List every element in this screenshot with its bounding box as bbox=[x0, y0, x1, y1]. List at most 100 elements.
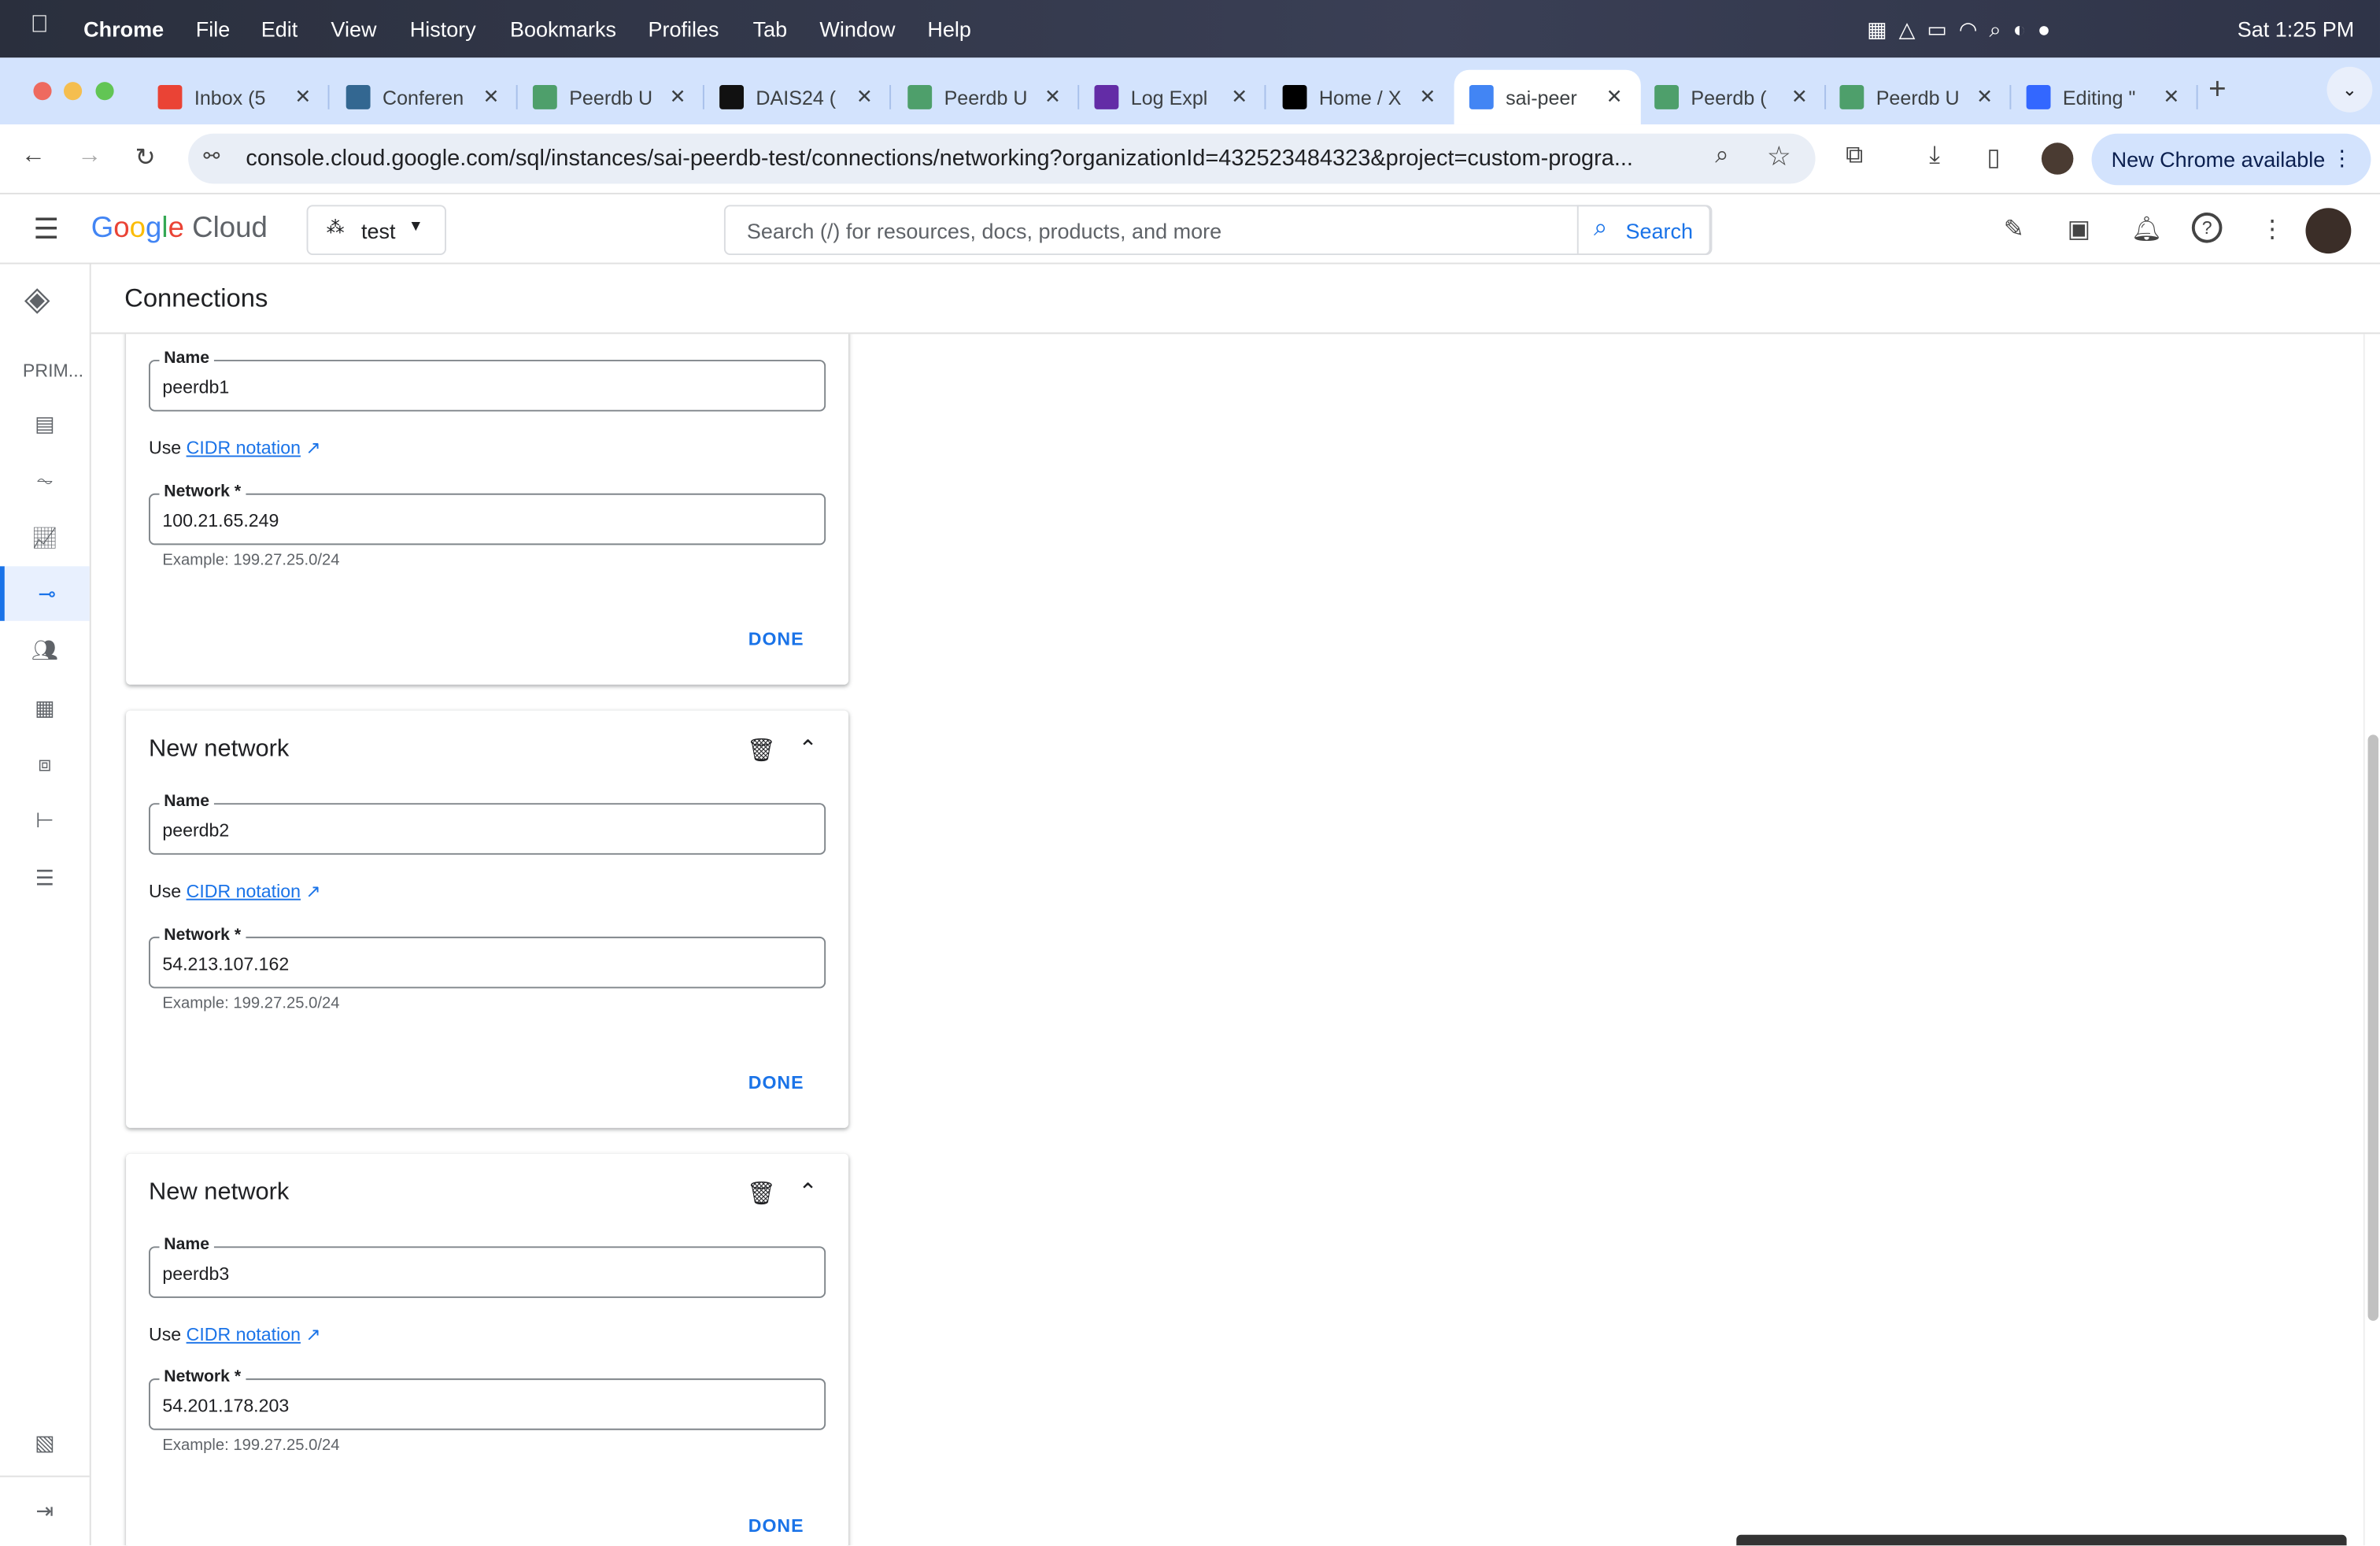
browser-tab[interactable]: Conferen ✕ bbox=[331, 70, 518, 124]
tab-title: sai-peer bbox=[1506, 85, 1577, 109]
name-field[interactable]: Name peerdb2 bbox=[148, 792, 826, 855]
browser-tab[interactable]: Peerdb U ✕ bbox=[1824, 70, 2012, 124]
card-title: New network bbox=[148, 1179, 290, 1206]
browser-tab[interactable]: DAIS24 (✕ bbox=[704, 70, 892, 124]
more-vert-icon[interactable]: ⋮ bbox=[2260, 214, 2285, 245]
sidebar-item-replicas[interactable]: ⊢ bbox=[0, 793, 90, 847]
cidr-notation-link[interactable]: CIDR notation bbox=[187, 1324, 301, 1345]
menu-app[interactable]: Chrome bbox=[83, 17, 164, 41]
new-chrome-available-button[interactable]: New Chrome available ⋮ bbox=[2091, 133, 2371, 186]
done-button[interactable]: DONE bbox=[748, 1515, 804, 1537]
address-bar[interactable]: ⚯ console.cloud.google.com/sql/instances… bbox=[188, 133, 1816, 184]
profile-avatar[interactable] bbox=[2041, 142, 2074, 175]
tab-close-icon[interactable]: ✕ bbox=[294, 85, 311, 109]
sidebar-section-label: PRIM... bbox=[22, 360, 84, 382]
sidebar-item-system-insights[interactable]: ⏦ bbox=[0, 453, 90, 507]
tab-close-icon[interactable]: ✕ bbox=[482, 85, 499, 109]
delete-icon[interactable]: 🗑︎ bbox=[747, 736, 776, 764]
menu-tab[interactable]: Tab bbox=[753, 17, 788, 41]
more-vert-icon[interactable]: ⋮ bbox=[2331, 146, 2352, 172]
reload-icon[interactable]: ↻ bbox=[135, 142, 156, 173]
name-field[interactable]: Name peerdb1 bbox=[148, 349, 826, 412]
search-button[interactable]: ⌕ Search bbox=[1576, 205, 1711, 255]
menu-history[interactable]: History bbox=[410, 17, 476, 41]
notifications-icon[interactable]: 🔔︎ bbox=[2131, 214, 2162, 245]
menu-view[interactable]: View bbox=[331, 17, 376, 41]
cidr-notation-link[interactable]: CIDR notation bbox=[187, 881, 301, 902]
browser-tab[interactable]: Inbox (5 ✕ bbox=[142, 70, 330, 124]
network-field[interactable]: Network * 54.201.178.203 bbox=[148, 1367, 826, 1430]
maximize-window-button[interactable] bbox=[95, 82, 114, 101]
network-label: Network * bbox=[159, 483, 246, 501]
tab-close-icon[interactable]: ✕ bbox=[1606, 85, 1623, 109]
sql-product-icon[interactable]: ◈ bbox=[24, 279, 50, 319]
minimize-window-button[interactable] bbox=[63, 82, 83, 101]
tab-search-button[interactable]: ⌄ bbox=[2326, 66, 2373, 113]
help-icon[interactable]: ? bbox=[2191, 212, 2223, 243]
network-field[interactable]: Network * 100.21.65.249 bbox=[148, 483, 826, 546]
chevron-up-icon[interactable]: ⌃ bbox=[798, 1178, 817, 1205]
extensions-icon[interactable]: ⧉ bbox=[1846, 142, 1863, 170]
project-icon: ⁂ bbox=[326, 216, 345, 239]
sidebar-item-overview[interactable]: ▤ bbox=[0, 396, 90, 450]
zoom-icon[interactable]: ⌕ bbox=[1715, 142, 1728, 170]
menu-edit[interactable]: Edit bbox=[261, 17, 298, 41]
menu-bookmarks[interactable]: Bookmarks bbox=[510, 17, 616, 41]
browser-tab[interactable]: Log Expl ✕ bbox=[1079, 70, 1266, 124]
tab-close-icon[interactable]: ✕ bbox=[1231, 85, 1247, 109]
download-icon[interactable]: ⤓ bbox=[1929, 142, 1940, 170]
sidebar-item-release-notes[interactable]: ▧ bbox=[0, 1415, 90, 1469]
forward-icon[interactable]: → bbox=[77, 142, 102, 170]
account-avatar[interactable] bbox=[2305, 208, 2352, 254]
tab-close-icon[interactable]: ✕ bbox=[670, 85, 686, 109]
menu-help[interactable]: Help bbox=[927, 17, 971, 41]
menu-profiles[interactable]: Profiles bbox=[648, 17, 719, 41]
tab-close-icon[interactable]: ✕ bbox=[1419, 85, 1436, 109]
menu-file[interactable]: File bbox=[196, 17, 231, 41]
tab-favicon bbox=[1282, 84, 1307, 109]
chevron-up-icon[interactable]: ⌃ bbox=[798, 734, 817, 762]
tab-close-icon[interactable]: ✕ bbox=[1044, 85, 1061, 109]
network-example: Example: 199.27.25.0/24 bbox=[162, 551, 340, 570]
sidebar-item-backups[interactable]: ⧈ bbox=[0, 736, 90, 790]
status-icons[interactable]: ▦ △ ▭ ◠ ⌕ ◐ ● bbox=[1867, 17, 2050, 43]
hamburger-menu-icon[interactable]: ☰ bbox=[33, 213, 59, 247]
close-window-button[interactable] bbox=[33, 82, 52, 101]
browser-tab[interactable]: Peerdb (✕ bbox=[1639, 70, 1827, 124]
scrollbar-track[interactable] bbox=[2363, 334, 2380, 1546]
browser-tab[interactable]: Home / X ✕ bbox=[1267, 70, 1454, 124]
delete-icon[interactable]: 🗑︎ bbox=[747, 1179, 776, 1207]
sidebar-item-query-insights[interactable]: 📈︎ bbox=[0, 510, 90, 564]
tab-close-icon[interactable]: ✕ bbox=[2163, 85, 2179, 109]
name-field[interactable]: Name peerdb3 bbox=[148, 1235, 826, 1298]
menu-window[interactable]: Window bbox=[819, 17, 895, 41]
new-tab-button[interactable]: + bbox=[2208, 73, 2227, 108]
network-field[interactable]: Network * 54.213.107.162 bbox=[148, 926, 826, 989]
sidebar-item-users[interactable]: 👥︎ bbox=[0, 623, 90, 677]
done-button[interactable]: DONE bbox=[748, 1072, 804, 1093]
tab-close-icon[interactable]: ✕ bbox=[856, 85, 873, 109]
bookmark-star-icon[interactable]: ☆ bbox=[1767, 141, 1791, 172]
tab-close-icon[interactable]: ✕ bbox=[1791, 85, 1808, 109]
feedback-icon[interactable]: ✎ bbox=[2004, 214, 2024, 245]
search-input[interactable]: Search (/) for resources, docs, products… bbox=[723, 205, 1713, 255]
google-cloud-logo[interactable]: Google Cloud bbox=[91, 213, 268, 246]
browser-tab[interactable]: sai-peer ✕ bbox=[1454, 69, 1641, 125]
browser-tab[interactable]: Peerdb U ✕ bbox=[893, 70, 1080, 124]
sidebar-item-databases[interactable]: ▦ bbox=[0, 680, 90, 734]
done-button[interactable]: DONE bbox=[748, 628, 804, 649]
sidebar-item-connections[interactable]: ⊸ bbox=[0, 566, 90, 621]
apple-icon[interactable]:  bbox=[31, 12, 49, 39]
browser-tab[interactable]: Editing " ✕ bbox=[2011, 70, 2198, 124]
back-icon[interactable]: ← bbox=[21, 142, 46, 170]
scrollbar-thumb[interactable] bbox=[2367, 734, 2379, 1321]
project-selector[interactable]: ⁂ test ▼ bbox=[306, 205, 446, 255]
sidebar-expand-button[interactable]: ⇥ bbox=[0, 1483, 90, 1537]
site-info-icon[interactable]: ⚯ bbox=[203, 144, 220, 168]
side-panel-icon[interactable]: ▯ bbox=[1986, 142, 2000, 173]
sidebar-item-operations[interactable]: ☰ bbox=[0, 850, 90, 904]
tab-close-icon[interactable]: ✕ bbox=[1976, 85, 1993, 109]
browser-tab[interactable]: Peerdb U ✕ bbox=[518, 70, 704, 124]
cloud-shell-icon[interactable]: ▣ bbox=[2068, 214, 2090, 245]
cidr-notation-link[interactable]: CIDR notation bbox=[187, 437, 301, 458]
